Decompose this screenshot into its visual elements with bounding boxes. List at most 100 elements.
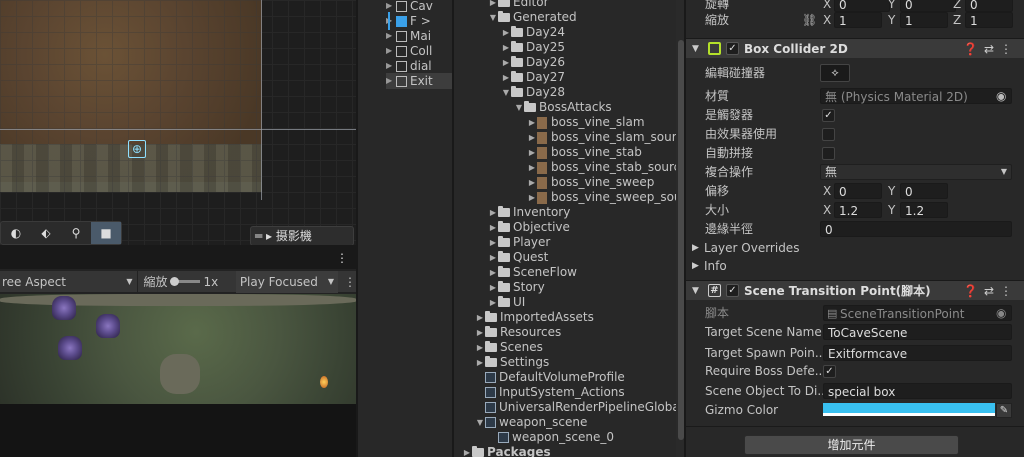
scene-view[interactable]: ⊕ ◐ ⬖ ⚲ ■ ═ ▸ 摄影機 — [0, 0, 356, 245]
expand-arrow-icon[interactable]: ▶ — [501, 40, 511, 55]
orbit-tool-icon[interactable]: ◐ — [1, 222, 31, 244]
project-item[interactable]: ▶ Day25 — [501, 40, 565, 55]
play-mode-dropdown[interactable]: Play Focused — [235, 270, 338, 293]
edit-collider-button[interactable]: ⟡ — [820, 64, 850, 82]
help-icon[interactable]: ❓ — [963, 284, 984, 298]
nodes-tool-icon[interactable]: ⬖ — [31, 222, 61, 244]
offset-y-field[interactable]: 0 — [900, 183, 948, 199]
expand-arrow-icon[interactable]: ▶ — [386, 28, 396, 44]
hierarchy-item[interactable]: ▶ Cav — [386, 0, 452, 14]
project-item[interactable]: ▶ boss_vine_slam — [527, 115, 645, 130]
expand-arrow-icon[interactable]: ▼ — [501, 85, 511, 100]
gizmo-color-swatch[interactable] — [823, 403, 995, 416]
link-icon[interactable]: ⛓ — [802, 11, 817, 30]
expand-arrow-icon[interactable]: ▼ — [514, 100, 524, 115]
info-row[interactable]: ▶ Info — [686, 257, 1024, 276]
hierarchy-item[interactable]: ▶ Exit — [386, 73, 452, 89]
expand-arrow-icon[interactable]: ▶ — [527, 145, 537, 160]
material-field[interactable]: 無 (Physics Material 2D) — [820, 88, 1012, 104]
expand-arrow-icon[interactable]: ▶ — [475, 310, 485, 325]
eyedropper-icon[interactable]: ✎ — [996, 403, 1012, 418]
layer-overrides-row[interactable]: ▶ Layer Overrides — [686, 239, 1024, 258]
hierarchy-item[interactable]: ▶ Coll — [386, 43, 452, 59]
scene-transition-header[interactable]: ▼ # ✓ Scene Transition Point(腳本) ❓⇄⋮ — [686, 280, 1024, 300]
project-item[interactable]: ▶ Day26 — [501, 55, 565, 70]
expand-arrow-icon[interactable]: ▶ — [475, 355, 485, 370]
presets-icon[interactable]: ⇄ — [984, 42, 1000, 56]
transform-gizmo-icon[interactable]: ⊕ — [128, 140, 146, 158]
search-tool-icon[interactable]: ⚲ — [61, 222, 91, 244]
project-item[interactable]: ▶ boss_vine_slam_source — [527, 130, 684, 145]
expand-arrow-icon[interactable]: ▶ — [488, 295, 498, 310]
project-item[interactable]: ▶ boss_vine_stab — [527, 145, 642, 160]
scene-object-field[interactable]: special box — [823, 383, 1012, 399]
project-item[interactable]: ▼ weapon_scene — [475, 415, 587, 430]
expand-arrow-icon[interactable]: ▶ — [527, 115, 537, 130]
composite-dropdown[interactable]: 無 — [820, 164, 1012, 180]
presets-icon[interactable]: ⇄ — [984, 284, 1000, 298]
expand-arrow-icon[interactable]: ▶ — [488, 0, 498, 10]
project-item[interactable]: ▶ Editor — [488, 0, 549, 10]
offset-x-field[interactable]: 0 — [834, 183, 882, 199]
trigger-checkbox[interactable]: ✓ — [822, 109, 835, 122]
expand-arrow-icon[interactable]: ▶ — [501, 25, 511, 40]
project-item[interactable]: DefaultVolumeProfile — [475, 370, 625, 385]
expand-arrow-icon[interactable]: ▶ — [488, 235, 498, 250]
expand-arrow-icon[interactable]: ▶ — [488, 205, 498, 220]
camera-overlay-chip[interactable]: ═ ▸ 摄影機 — [250, 226, 354, 245]
hierarchy-item[interactable]: ▶F > — [386, 13, 452, 29]
project-item[interactable]: ▶ boss_vine_sweep — [527, 175, 654, 190]
expand-arrow-icon[interactable]: ▶ — [488, 280, 498, 295]
project-item[interactable]: ▶ Day27 — [501, 70, 565, 85]
expand-arrow-icon[interactable]: ▶ — [527, 175, 537, 190]
project-item[interactable]: ▼ Generated — [488, 10, 577, 25]
project-item[interactable]: ▶ Settings — [475, 355, 549, 370]
project-item[interactable]: ▶ Quest — [488, 250, 548, 265]
header-actions[interactable]: ❓⇄⋮ — [963, 39, 1018, 59]
project-item[interactable]: ▶ UI — [488, 295, 525, 310]
project-item[interactable]: weapon_scene_0 — [488, 430, 614, 445]
expand-arrow-icon[interactable]: ▶ — [475, 325, 485, 340]
expand-arrow-icon[interactable]: ▶ — [501, 55, 511, 70]
project-item[interactable]: ▶ SceneFlow — [488, 265, 577, 280]
project-item[interactable]: ▶ Inventory — [488, 205, 570, 220]
object-picker-icon[interactable]: ◉ — [996, 87, 1006, 106]
expand-arrow-icon[interactable]: ▶ — [488, 265, 498, 280]
project-item[interactable]: ▶ Resources — [475, 325, 561, 340]
project-item[interactable]: ▶ Packages — [462, 445, 551, 457]
project-item[interactable]: ▶ Objective — [488, 220, 570, 235]
project-item[interactable]: ▼ BossAttacks — [514, 100, 612, 115]
project-item[interactable]: ▶ Day24 — [501, 25, 565, 40]
scale-z-field[interactable]: 1 — [965, 12, 1013, 28]
kebab-menu-icon[interactable]: ⋮ — [336, 251, 348, 265]
project-item[interactable]: ▶ boss_vine_sweep_source — [527, 190, 684, 205]
size-x-field[interactable]: 1.2 — [834, 202, 882, 218]
expand-arrow-icon[interactable]: ▶ — [692, 239, 699, 258]
expand-arrow-icon[interactable]: ▶ — [462, 445, 472, 457]
spawn-point-field[interactable]: Exitformcave — [823, 345, 1012, 361]
project-item[interactable]: ▶ boss_vine_stab_source — [527, 160, 684, 175]
kebab-menu-icon[interactable]: ⋮ — [1000, 42, 1018, 56]
header-actions[interactable]: ❓⇄⋮ — [963, 281, 1018, 301]
project-item[interactable]: ▶ ImportedAssets — [475, 310, 594, 325]
project-item[interactable]: ▶ Scenes — [475, 340, 543, 355]
expand-arrow-icon[interactable]: ▶ — [386, 58, 396, 74]
expand-arrow-icon[interactable]: ▶ — [488, 220, 498, 235]
add-component-button[interactable]: 增加元件 — [744, 435, 959, 455]
expand-arrow-icon[interactable]: ▶ — [488, 250, 498, 265]
enabled-checkbox[interactable]: ✓ — [726, 284, 739, 297]
expand-arrow-icon[interactable]: ▶ — [527, 160, 537, 175]
expand-arrow-icon[interactable]: ▼ — [475, 415, 485, 430]
project-item[interactable]: ▶ Story — [488, 280, 545, 295]
scale-x-field[interactable]: 1 — [834, 12, 882, 28]
box-collider-header[interactable]: ▼ ✓ Box Collider 2D ❓⇄⋮ — [686, 38, 1024, 58]
boss-defeat-checkbox[interactable]: ✓ — [823, 365, 836, 378]
camera-tool-icon[interactable]: ■ — [91, 222, 121, 244]
collapse-arrow-icon[interactable]: ▼ — [692, 281, 699, 301]
hierarchy-item[interactable]: ▶ dial — [386, 58, 452, 74]
hierarchy-item[interactable]: ▶ Mai — [386, 28, 452, 44]
expand-arrow-icon[interactable]: ▶ — [501, 70, 511, 85]
zoom-slider[interactable] — [169, 277, 200, 286]
scale-y-field[interactable]: 1 — [900, 12, 948, 28]
collapse-arrow-icon[interactable]: ▼ — [692, 39, 699, 59]
